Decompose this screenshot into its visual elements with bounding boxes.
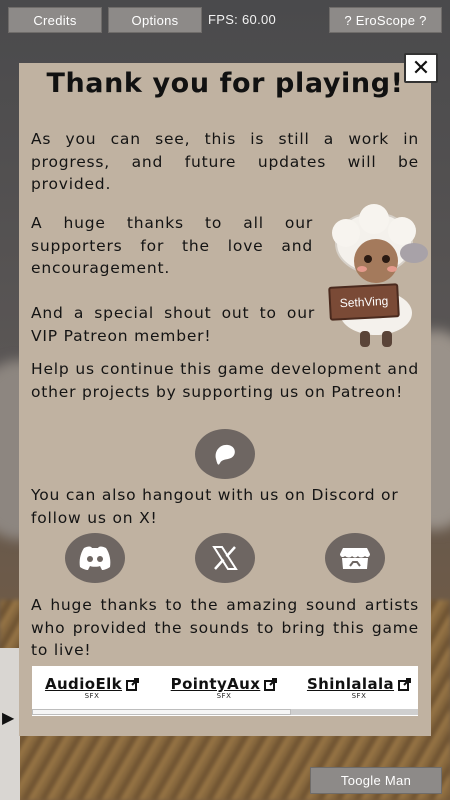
artist-link-audioelk[interactable]: AudioElk SFX (40, 674, 144, 708)
discord-x-paragraph: You can also hangout with us on Discord … (31, 486, 399, 527)
eroscope-button[interactable]: ? EroScope ? (329, 7, 442, 33)
dialog-title: Thank you for playing! (46, 68, 404, 99)
wip-paragraph: As you can see, this is still a work in … (31, 130, 419, 193)
artist-link-shinlalala[interactable]: Shinlalala SFX (304, 674, 414, 708)
patreon-paragraph: Help us continue this game development a… (31, 360, 419, 401)
supporters-paragraph: A huge thanks to all our supporters for … (31, 214, 313, 277)
options-button[interactable]: Options (108, 7, 202, 33)
artist-tag: SFX (216, 692, 232, 700)
play-arrow-icon[interactable]: ▶ (2, 708, 14, 727)
itch-io-icon[interactable] (325, 533, 385, 583)
credits-button[interactable]: Credits (8, 7, 102, 33)
external-link-icon (264, 677, 278, 691)
thank-you-dialog: Thank you for playing! As you can see, t… (19, 63, 431, 736)
artist-tag: SFX (351, 692, 367, 700)
external-link-icon (398, 677, 412, 691)
close-button[interactable]: ✕ (404, 53, 438, 83)
sound-artists-paragraph: A huge thanks to the amazing sound artis… (31, 596, 419, 659)
scrollbar-thumb[interactable] (32, 709, 291, 715)
artist-link-pointyaux[interactable]: PointyAux SFX (168, 674, 280, 708)
artist-name: PointyAux (170, 675, 261, 693)
patreon-icon[interactable] (195, 429, 255, 479)
external-link-icon (126, 677, 140, 691)
vip-paragraph: And a special shout out to our VIP Patre… (31, 304, 315, 345)
artist-tag: SFX (84, 692, 100, 700)
discord-icon[interactable] (65, 533, 125, 583)
vip-name-sign: SethVing (328, 283, 400, 321)
toggle-man-button[interactable]: Toogle Man (310, 767, 442, 794)
fps-counter: FPS: 60.00 (208, 12, 277, 27)
sheep-mascot-image (332, 204, 428, 347)
artist-name: AudioElk (44, 675, 123, 693)
carousel-scrollbar[interactable] (32, 709, 418, 715)
artist-name: Shinlalala (306, 675, 395, 693)
x-twitter-icon[interactable] (195, 533, 255, 583)
